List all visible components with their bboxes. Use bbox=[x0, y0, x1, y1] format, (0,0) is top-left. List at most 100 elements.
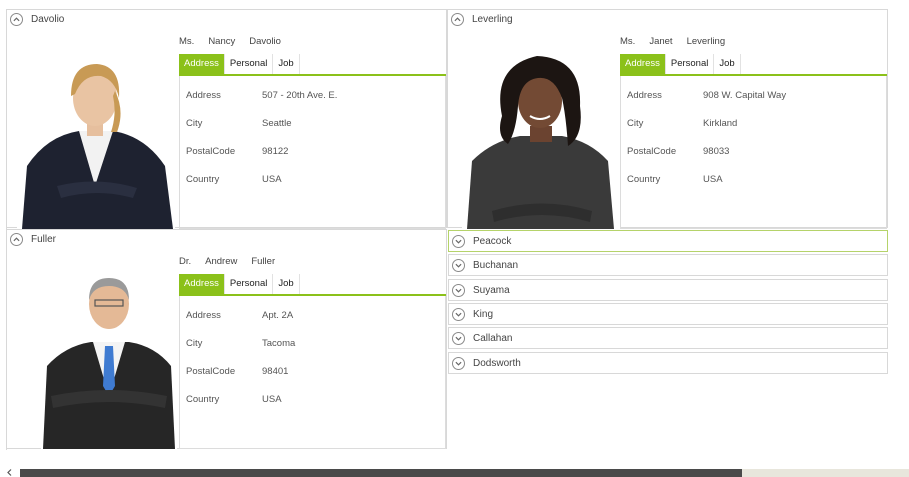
field-value: USA bbox=[262, 394, 282, 405]
field-label: Country bbox=[627, 174, 661, 185]
expand-toggle-icon[interactable] bbox=[452, 307, 465, 321]
collapsed-card-title: Suyama bbox=[473, 284, 510, 296]
field-label: Address bbox=[627, 90, 662, 101]
collapsed-card-peacock[interactable]: Peacock bbox=[448, 230, 888, 252]
field-label: Address bbox=[186, 90, 221, 101]
field-value: 98401 bbox=[262, 366, 289, 377]
field-value: 98033 bbox=[703, 146, 730, 157]
expand-toggle-icon[interactable] bbox=[452, 258, 465, 272]
collapsed-card-buchanan[interactable]: Buchanan bbox=[448, 254, 888, 276]
field-value: Apt. 2A bbox=[262, 310, 294, 321]
collapsed-card-title: Callahan bbox=[473, 332, 513, 344]
collapsed-card-title: Dodsworth bbox=[473, 357, 521, 369]
field-value: 98122 bbox=[262, 146, 289, 157]
collapse-toggle-icon[interactable] bbox=[451, 12, 464, 26]
name-title: Dr. bbox=[179, 256, 192, 267]
address-panel: Address 908 W. Capital Way City Kirkland P… bbox=[620, 76, 887, 229]
employee-details: Ms. Nancy Davolio Address Personal Job Add… bbox=[179, 30, 446, 229]
tab-address[interactable]: Address bbox=[620, 54, 666, 74]
last-name: Fuller bbox=[251, 256, 276, 267]
field-value: 507 - 20th Ave. E. bbox=[262, 90, 338, 101]
employee-name: Dr. Andrew Fuller bbox=[179, 256, 289, 267]
field-label: City bbox=[186, 118, 203, 129]
card-header-title: Leverling bbox=[472, 13, 513, 25]
collapsed-card-title: Buchanan bbox=[473, 259, 519, 271]
address-panel: Address 507 - 20th Ave. E. City Seattle Po… bbox=[179, 76, 446, 229]
field-row: PostalCode 98033 bbox=[627, 146, 729, 157]
field-row: Country USA bbox=[627, 174, 723, 185]
employee-card-leverling: Leverling Ms. Janet Leverling Address Pers… bbox=[447, 9, 888, 229]
collapsed-card-title: Peacock bbox=[473, 235, 512, 247]
first-name: Nancy bbox=[208, 36, 236, 47]
field-value: 908 W. Capital Way bbox=[703, 90, 787, 101]
field-row: City Kirkland bbox=[627, 118, 737, 129]
name-title: Ms. bbox=[620, 36, 636, 47]
detail-tabs: Address Personal Job bbox=[620, 54, 741, 74]
employee-photo bbox=[17, 36, 175, 229]
first-name: Andrew bbox=[205, 256, 238, 267]
field-row: Address 507 - 20th Ave. E. bbox=[186, 90, 337, 101]
collapsed-card-suyama[interactable]: Suyama bbox=[448, 279, 888, 301]
field-value: Tacoma bbox=[262, 338, 296, 349]
tab-job[interactable]: Job bbox=[273, 274, 300, 294]
expand-toggle-icon[interactable] bbox=[452, 331, 465, 345]
field-row: Country USA bbox=[186, 394, 282, 405]
field-label: PostalCode bbox=[186, 146, 236, 157]
field-row: City Tacoma bbox=[186, 338, 295, 349]
field-row: PostalCode 98122 bbox=[186, 146, 288, 157]
field-row: PostalCode 98401 bbox=[186, 366, 288, 377]
field-label: City bbox=[186, 338, 203, 349]
field-row: Address Apt. 2A bbox=[186, 310, 293, 321]
employee-photo bbox=[462, 36, 620, 229]
tab-address[interactable]: Address bbox=[179, 54, 225, 74]
collapsed-card-king[interactable]: King bbox=[448, 303, 888, 325]
tab-job[interactable]: Job bbox=[273, 54, 300, 74]
scroll-left-arrow-icon[interactable] bbox=[6, 468, 14, 477]
field-value: USA bbox=[703, 174, 723, 185]
field-label: PostalCode bbox=[186, 366, 236, 377]
field-label: Country bbox=[186, 394, 220, 405]
card-header[interactable]: Davolio bbox=[7, 10, 446, 28]
collapsed-card-callahan[interactable]: Callahan bbox=[448, 327, 888, 349]
tab-address[interactable]: Address bbox=[179, 274, 225, 294]
tab-job[interactable]: Job bbox=[714, 54, 741, 74]
detail-tabs: Address Personal Job bbox=[179, 274, 300, 294]
field-value: Kirkland bbox=[703, 118, 738, 129]
tab-personal[interactable]: Personal bbox=[665, 54, 715, 74]
field-value: Seattle bbox=[262, 118, 292, 129]
detail-tabs: Address Personal Job bbox=[179, 54, 300, 74]
collapsed-card-title: King bbox=[473, 308, 494, 320]
name-title: Ms. bbox=[179, 36, 195, 47]
collapse-toggle-icon[interactable] bbox=[10, 232, 23, 246]
employee-details: Dr. Andrew Fuller Address Personal Job Add… bbox=[179, 250, 446, 449]
card-header[interactable]: Leverling bbox=[448, 10, 887, 28]
field-value: USA bbox=[262, 174, 282, 185]
field-label: Address bbox=[186, 310, 221, 321]
horizontal-scrollbar[interactable] bbox=[6, 466, 909, 477]
last-name: Davolio bbox=[249, 36, 281, 47]
expand-toggle-icon[interactable] bbox=[452, 283, 465, 297]
expand-toggle-icon[interactable] bbox=[452, 356, 465, 370]
tab-personal[interactable]: Personal bbox=[224, 54, 274, 74]
employee-name: Ms. Nancy Davolio bbox=[179, 36, 295, 47]
card-header[interactable]: Fuller bbox=[7, 230, 446, 248]
field-row: City Seattle bbox=[186, 118, 292, 129]
collapsed-card-dodsworth[interactable]: Dodsworth bbox=[448, 352, 888, 374]
scroll-thumb[interactable] bbox=[20, 469, 742, 477]
employee-name: Ms. Janet Leverling bbox=[620, 36, 739, 47]
employee-card-davolio: Davolio Ms. Nancy Davolio Address Personal… bbox=[6, 9, 447, 229]
field-label: Country bbox=[186, 174, 220, 185]
tab-personal[interactable]: Personal bbox=[224, 274, 274, 294]
first-name: Janet bbox=[649, 36, 673, 47]
card-header-title: Davolio bbox=[31, 13, 65, 25]
address-panel: Address Apt. 2A City Tacoma PostalCode 9840… bbox=[179, 296, 446, 449]
field-label: City bbox=[627, 118, 644, 129]
field-row: Address 908 W. Capital Way bbox=[627, 90, 786, 101]
collapse-toggle-icon[interactable] bbox=[10, 12, 23, 26]
field-row: Country USA bbox=[186, 174, 282, 185]
card-header-title: Fuller bbox=[31, 233, 57, 245]
employee-card-fuller: Fuller Dr. Andrew Fuller Address Personal … bbox=[6, 229, 447, 449]
employee-details: Ms. Janet Leverling Address Personal Job A… bbox=[620, 30, 887, 229]
expand-toggle-icon[interactable] bbox=[452, 234, 465, 248]
employee-photo bbox=[41, 256, 177, 449]
